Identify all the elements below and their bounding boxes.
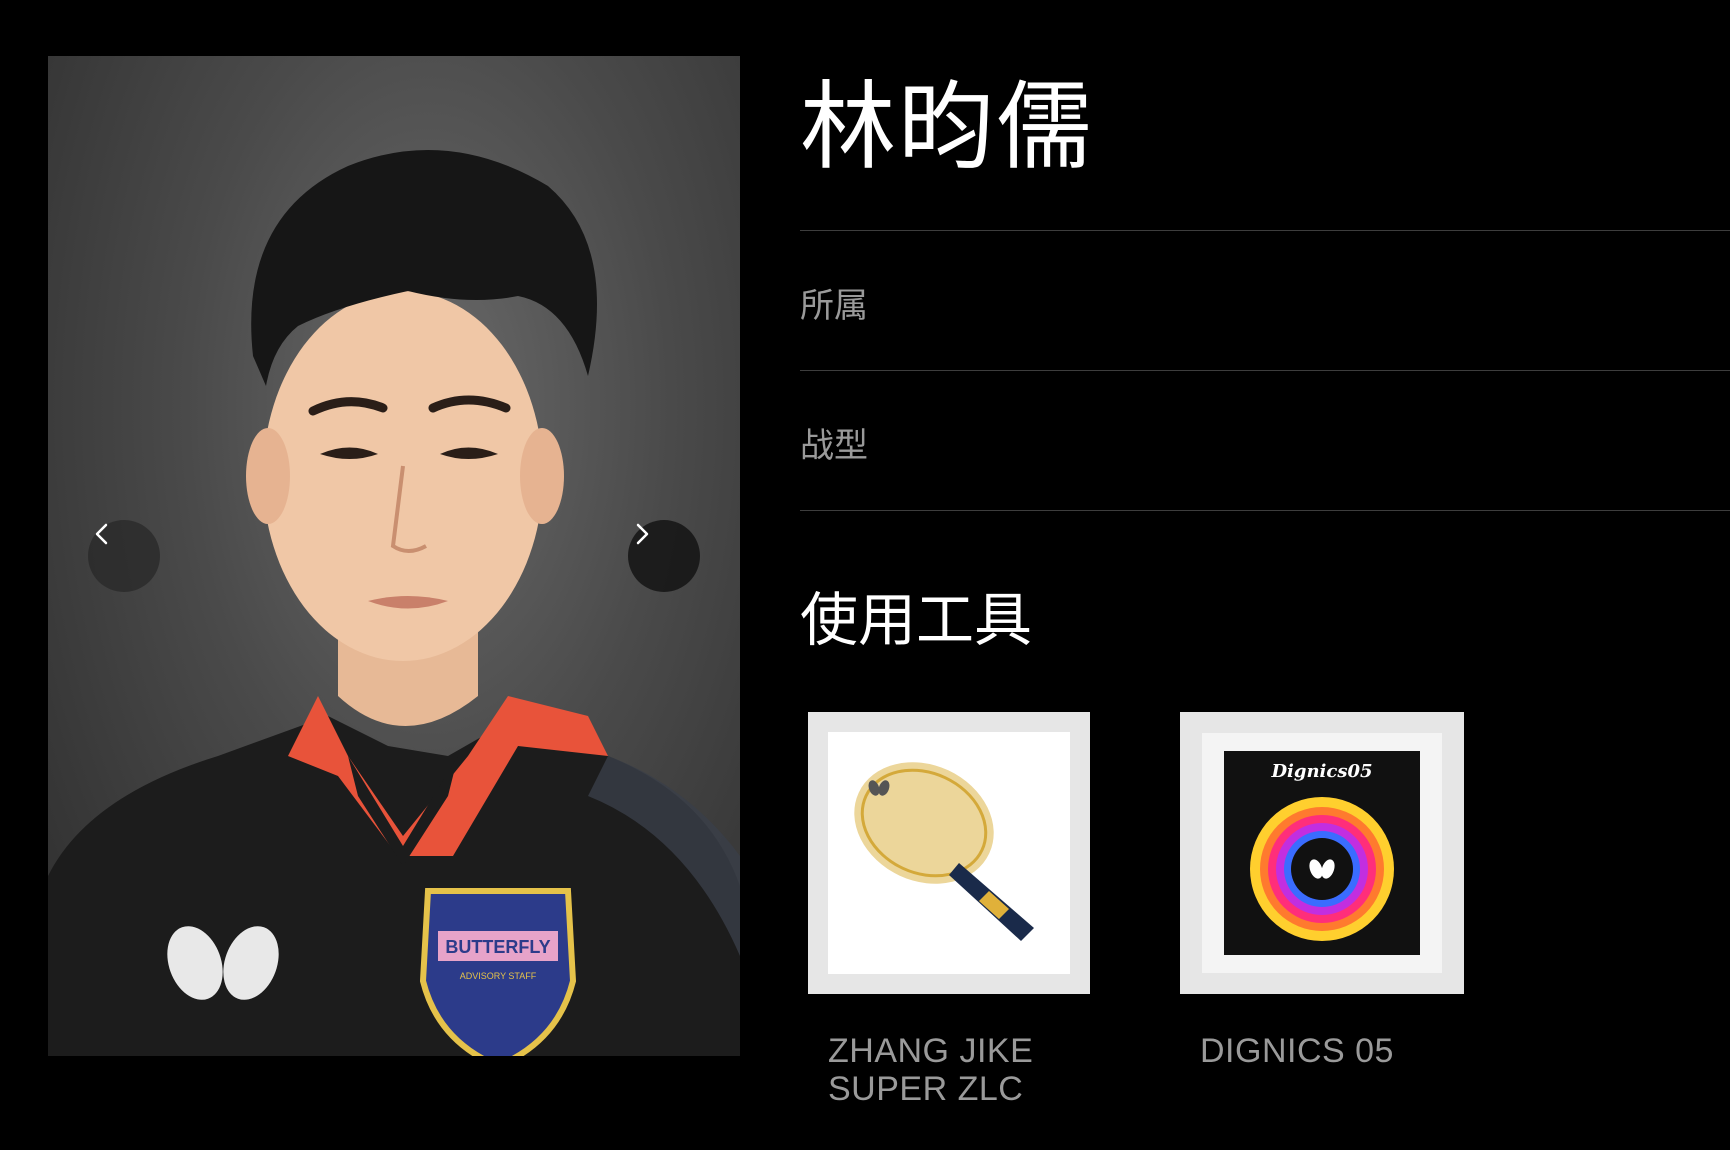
carousel-next-button[interactable] xyxy=(628,520,700,592)
tool-card-rubber[interactable]: Dignics05 xyxy=(1180,712,1464,994)
carousel-prev-button[interactable] xyxy=(88,520,160,592)
tools-heading: 使用工具 xyxy=(800,586,1033,654)
svg-text:BUTTERFLY: BUTTERFLY xyxy=(445,937,550,957)
divider xyxy=(800,230,1730,231)
tool-name-blade[interactable]: ZHANG JIKE SUPER ZLC xyxy=(828,1032,1033,1108)
field-label-play-style: 战型 xyxy=(800,426,868,466)
player-photo: BUTTERFLY ADVISORY STAFF xyxy=(48,56,740,1056)
player-name: 林昀儒 xyxy=(800,71,1094,183)
svg-text:ADVISORY STAFF: ADVISORY STAFF xyxy=(460,971,537,981)
svg-text:Dignics05: Dignics05 xyxy=(1270,761,1372,782)
chevron-right-icon xyxy=(636,523,649,545)
jersey-badge: BUTTERFLY ADVISORY STAFF xyxy=(419,888,577,1056)
divider xyxy=(800,370,1730,371)
rubber-package-icon: Dignics05 xyxy=(1224,751,1420,955)
tool-name-rubber[interactable]: DIGNICS 05 xyxy=(1200,1032,1394,1070)
blade-image-icon xyxy=(854,762,1034,941)
divider xyxy=(800,510,1730,511)
chevron-left-icon xyxy=(95,523,108,545)
field-label-affiliation: 所属 xyxy=(800,286,868,326)
tool-card-blade[interactable] xyxy=(808,712,1090,994)
